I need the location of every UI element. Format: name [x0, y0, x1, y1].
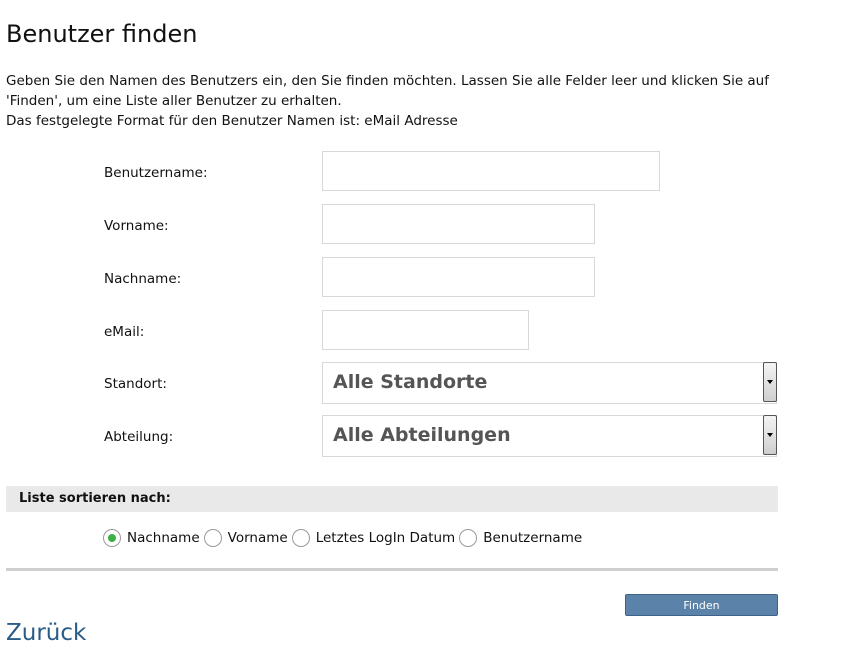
lastname-input[interactable]	[322, 257, 595, 297]
divider	[6, 568, 778, 571]
radio-button[interactable]	[103, 529, 121, 547]
sort-section-header: Liste sortieren nach:	[6, 486, 778, 512]
radio-button[interactable]	[459, 529, 478, 547]
radio-label: Benutzername	[483, 530, 583, 546]
intro-line: Geben Sie den Namen des Benutzers ein, d…	[6, 73, 769, 89]
department-dropdown-button[interactable]	[763, 415, 777, 455]
location-select[interactable]: Alle Standorte	[322, 362, 777, 404]
sort-option-lastname[interactable]: Nachname	[103, 529, 200, 547]
intro-line: Das festgelegte Format für den Benutzer …	[6, 113, 458, 129]
radio-label: Letztes LogIn Datum	[315, 530, 456, 546]
location-select-value: Alle Standorte	[333, 371, 488, 393]
sort-radio-group: Nachname Vorname Letztes LogIn Datum Ben…	[103, 527, 586, 549]
location-dropdown-button[interactable]	[763, 362, 777, 402]
email-input[interactable]	[322, 310, 529, 350]
department-select[interactable]: Alle Abteilungen	[322, 415, 777, 457]
radio-button[interactable]	[203, 529, 222, 547]
firstname-label: Vorname:	[104, 218, 169, 234]
department-label: Abteilung:	[104, 429, 174, 445]
chevron-down-icon	[767, 433, 773, 437]
intro-line: 'Finden', um eine Liste aller Benutzer z…	[6, 93, 342, 109]
find-button[interactable]: Finden	[625, 594, 778, 616]
location-label: Standort:	[104, 376, 167, 392]
firstname-input[interactable]	[322, 204, 595, 244]
sort-option-firstname[interactable]: Vorname	[203, 529, 288, 547]
back-link[interactable]: Zurück	[6, 620, 86, 646]
department-select-value: Alle Abteilungen	[333, 424, 511, 446]
intro-text: Geben Sie den Namen des Benutzers ein, d…	[6, 71, 806, 131]
sort-option-last-login[interactable]: Letztes LogIn Datum	[291, 529, 456, 547]
sort-heading: Liste sortieren nach:	[19, 491, 171, 506]
chevron-down-icon	[767, 380, 773, 384]
email-label: eMail:	[104, 324, 145, 340]
radio-label: Vorname	[227, 530, 288, 546]
radio-label: Nachname	[127, 530, 200, 546]
lastname-label: Nachname:	[104, 271, 182, 287]
username-input[interactable]	[322, 151, 660, 191]
username-label: Benutzername:	[104, 165, 208, 181]
sort-option-username[interactable]: Benutzername	[459, 529, 582, 547]
radio-button[interactable]	[291, 529, 310, 547]
page-title: Benutzer finden	[6, 20, 198, 48]
